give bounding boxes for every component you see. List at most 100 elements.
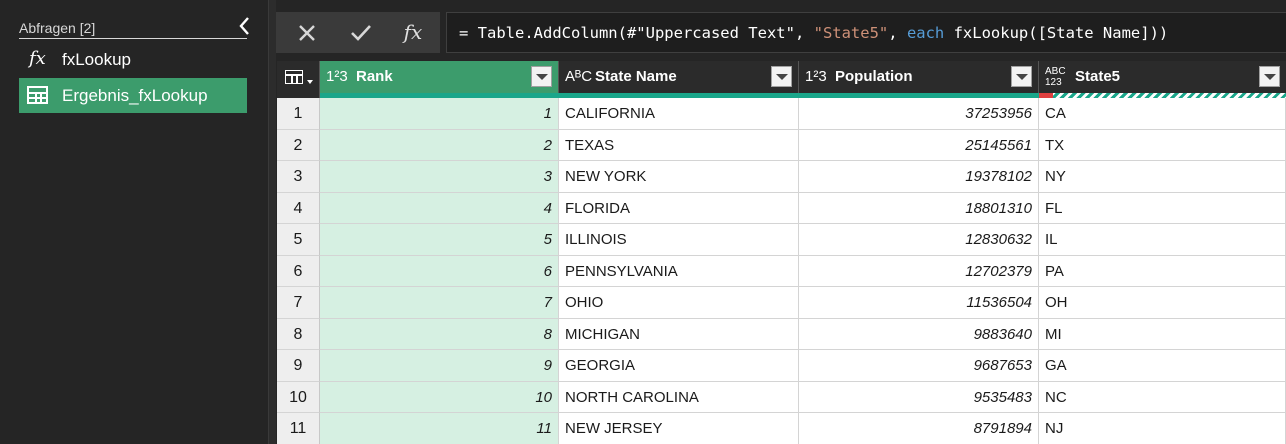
table-row[interactable]: 10 10 NORTH CAROLINA 9535483 NC (277, 381, 1286, 413)
whole-number-type-icon[interactable]: 1²3 (326, 61, 348, 93)
cell-state-name[interactable]: ILLINOIS (559, 224, 799, 256)
cell-population[interactable]: 18801310 (799, 192, 1039, 224)
cell-state5[interactable]: CA (1039, 98, 1286, 130)
insert-function-button[interactable]: fx (386, 12, 440, 53)
query-item-fxlookup[interactable]: fx fxLookup (19, 42, 247, 77)
function-icon: fx (29, 48, 46, 69)
cell-state5[interactable]: GA (1039, 350, 1286, 382)
row-number[interactable]: 3 (277, 161, 320, 193)
close-icon (297, 25, 317, 47)
cell-state5[interactable]: OH (1039, 287, 1286, 319)
table-row[interactable]: 1 1 CALIFORNIA 37253956 CA (277, 98, 1286, 130)
cell-population[interactable]: 11536504 (799, 287, 1039, 319)
row-number[interactable]: 5 (277, 224, 320, 256)
cell-state-name[interactable]: NEW JERSEY (559, 413, 799, 444)
table-icon (285, 70, 303, 84)
table-row[interactable]: 9 9 GEORGIA 9687653 GA (277, 350, 1286, 382)
filter-dropdown-button[interactable] (1259, 66, 1280, 87)
cell-rank[interactable]: 11 (320, 413, 559, 444)
cell-rank[interactable]: 8 (320, 318, 559, 350)
cell-state-name[interactable]: TEXAS (559, 129, 799, 161)
table-row[interactable]: 4 4 FLORIDA 18801310 FL (277, 192, 1286, 224)
filter-dropdown-button[interactable] (531, 66, 552, 87)
table-row[interactable]: 7 7 OHIO 11536504 OH (277, 287, 1286, 319)
cell-state5[interactable]: NY (1039, 161, 1286, 193)
grid-header: 1²3 Rank AᴮC State Name 1²3 Population A… (277, 61, 1286, 98)
cell-population[interactable]: 37253956 (799, 98, 1039, 130)
cell-state-name[interactable]: CALIFORNIA (559, 98, 799, 130)
column-header-state5[interactable]: ABC 123 State5 (1039, 61, 1286, 93)
query-item-ergebnis-fxlookup[interactable]: Ergebnis_fxLookup (19, 78, 247, 113)
cell-state-name[interactable]: PENNSYLVANIA (559, 255, 799, 287)
cell-rank[interactable]: 6 (320, 255, 559, 287)
row-number[interactable]: 4 (277, 192, 320, 224)
cell-population[interactable]: 25145561 (799, 129, 1039, 161)
text-type-icon[interactable]: AᴮC (565, 61, 592, 93)
caret-down-icon (307, 80, 313, 84)
table-row[interactable]: 6 6 PENNSYLVANIA 12702379 PA (277, 255, 1286, 287)
row-number[interactable]: 8 (277, 318, 320, 350)
formula-keyword: each (906, 24, 945, 42)
formula-input[interactable]: = Table.AddColumn(#"Uppercased Text", "S… (446, 12, 1286, 53)
cell-rank[interactable]: 10 (320, 381, 559, 413)
cell-rank[interactable]: 4 (320, 192, 559, 224)
filter-dropdown-button[interactable] (1011, 66, 1032, 87)
cell-state-name[interactable]: FLORIDA (559, 192, 799, 224)
row-number[interactable]: 2 (277, 129, 320, 161)
cell-population[interactable]: 19378102 (799, 161, 1039, 193)
row-number[interactable]: 11 (277, 413, 320, 444)
row-number[interactable]: 10 (277, 381, 320, 413)
cell-rank[interactable]: 2 (320, 129, 559, 161)
column-header-rank[interactable]: 1²3 Rank (320, 61, 559, 93)
data-grid: 1²3 Rank AᴮC State Name 1²3 Population A… (277, 61, 1286, 444)
cell-state5[interactable]: PA (1039, 255, 1286, 287)
cell-state5[interactable]: NC (1039, 381, 1286, 413)
table-row[interactable]: 5 5 ILLINOIS 12830632 IL (277, 224, 1286, 256)
formula-string-literal: "State5" (813, 24, 889, 42)
row-number[interactable]: 6 (277, 255, 320, 287)
cell-state5[interactable]: IL (1039, 224, 1286, 256)
table-icon (27, 86, 48, 104)
collapse-pane-chevron-left-icon[interactable] (235, 15, 255, 37)
filter-dropdown-button[interactable] (771, 66, 792, 87)
cancel-formula-button[interactable] (280, 12, 334, 53)
formula-text-mid: , (888, 24, 907, 42)
row-number[interactable]: 7 (277, 287, 320, 319)
table-options-button[interactable] (277, 61, 320, 98)
cell-state5[interactable]: MI (1039, 318, 1286, 350)
cell-rank[interactable]: 5 (320, 224, 559, 256)
cell-population[interactable]: 8791894 (799, 413, 1039, 444)
cell-state-name[interactable]: NEW YORK (559, 161, 799, 193)
cell-rank[interactable]: 9 (320, 350, 559, 382)
cell-population[interactable]: 12830632 (799, 224, 1039, 256)
row-number[interactable]: 9 (277, 350, 320, 382)
cell-population[interactable]: 9535483 (799, 381, 1039, 413)
cell-state5[interactable]: FL (1039, 192, 1286, 224)
table-row[interactable]: 3 3 NEW YORK 19378102 NY (277, 161, 1286, 193)
cell-state-name[interactable]: MICHIGAN (559, 318, 799, 350)
cell-population[interactable]: 12702379 (799, 255, 1039, 287)
table-row[interactable]: 11 11 NEW JERSEY 8791894 NJ (277, 413, 1286, 444)
column-header-population[interactable]: 1²3 Population (799, 61, 1039, 93)
query-item-label: Ergebnis_fxLookup (62, 86, 208, 105)
table-row[interactable]: 2 2 TEXAS 25145561 TX (277, 129, 1286, 161)
cell-state5[interactable]: TX (1039, 129, 1286, 161)
table-row[interactable]: 8 8 MICHIGAN 9883640 MI (277, 318, 1286, 350)
row-number[interactable]: 1 (277, 98, 320, 130)
cell-state-name[interactable]: GEORGIA (559, 350, 799, 382)
cell-state-name[interactable]: NORTH CAROLINA (559, 381, 799, 413)
any-type-icon[interactable]: ABC 123 (1045, 66, 1066, 88)
formula-text-prefix: = Table.AddColumn(#"Uppercased Text", (459, 24, 814, 42)
commit-formula-button[interactable] (334, 12, 388, 53)
cell-rank[interactable]: 3 (320, 161, 559, 193)
cell-population[interactable]: 9883640 (799, 318, 1039, 350)
column-header-state-name[interactable]: AᴮC State Name (559, 61, 799, 93)
cell-rank[interactable]: 1 (320, 98, 559, 130)
formula-text-suffix: fxLookup([State Name])) (944, 24, 1169, 42)
cell-state5[interactable]: NJ (1039, 413, 1286, 444)
pane-splitter[interactable] (268, 0, 276, 444)
cell-state-name[interactable]: OHIO (559, 287, 799, 319)
whole-number-type-icon[interactable]: 1²3 (805, 61, 827, 93)
cell-rank[interactable]: 7 (320, 287, 559, 319)
cell-population[interactable]: 9687653 (799, 350, 1039, 382)
